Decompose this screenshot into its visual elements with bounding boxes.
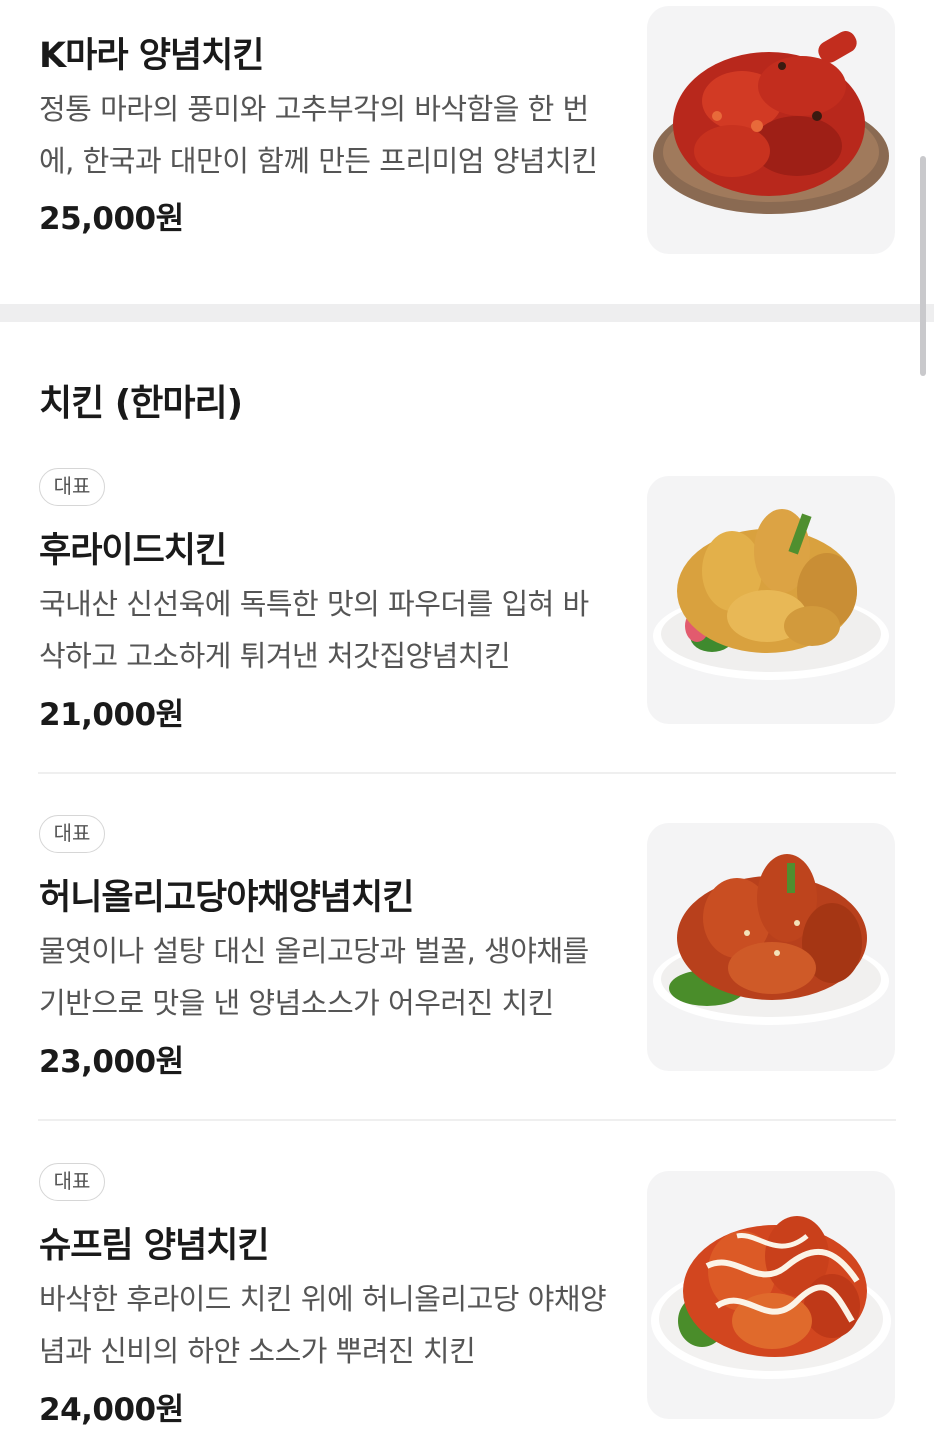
signature-badge: 대표 <box>39 468 105 506</box>
menu-item-price: 24,000원 <box>39 1392 184 1428</box>
menu-item-price: 23,000원 <box>39 1044 184 1080</box>
menu-item-fried-chicken[interactable]: 대표 후라이드치킨 국내산 신선육에 독특한 맛의 파우더를 입혀 바삭하고 고… <box>0 460 934 770</box>
menu-item-supreme-chicken[interactable]: 대표 슈프림 양념치킨 바삭한 후라이드 치킨 위에 허니올리고당 야채양념과 … <box>0 1155 934 1445</box>
signature-badge: 대표 <box>39 1163 105 1201</box>
menu-item-name: 슈프림 양념치킨 <box>39 1226 270 1266</box>
menu-item-image <box>647 823 895 1071</box>
menu-item-price: 25,000원 <box>39 201 184 237</box>
signature-badge: 대표 <box>39 815 105 853</box>
menu-item-honey-oligo-chicken[interactable]: 대표 허니올리고당야채양념치킨 물엿이나 설탕 대신 올리고당과 벌꿀, 생야채… <box>0 807 934 1117</box>
menu-item-description: 정통 마라의 풍미와 고추부각의 바삭함을 한 번에, 한국과 대만이 함께 만… <box>39 92 598 178</box>
menu-item-price: 21,000원 <box>39 697 184 733</box>
menu-item-image <box>647 476 895 724</box>
menu-item-description: 국내산 신선육에 독특한 맛의 파우더를 입혀 바삭하고 고소하게 튀겨낸 처갓… <box>39 587 589 673</box>
item-divider <box>38 772 896 774</box>
menu-item-name: 허니올리고당야채양념치킨 <box>39 878 414 918</box>
menu-item-name: K마라 양념치킨 <box>39 36 265 76</box>
menu-item-name: 후라이드치킨 <box>39 531 227 571</box>
section-title: 치킨 (한마리) <box>39 383 243 424</box>
item-divider <box>38 1119 896 1121</box>
menu-item-description: 물엿이나 설탕 대신 올리고당과 벌꿀, 생야채를 기반으로 맛을 낸 양념소스… <box>39 934 589 1020</box>
menu-item-description: 바삭한 후라이드 치킨 위에 허니올리고당 야채양념과 신비의 하얀 소스가 뿌… <box>39 1282 607 1368</box>
scrollbar[interactable] <box>920 156 926 376</box>
menu-item-image <box>647 1171 895 1419</box>
section-separator <box>0 304 934 322</box>
menu-item-image <box>647 6 895 254</box>
menu-item-k-mala[interactable]: K마라 양념치킨 정통 마라의 풍미와 고추부각의 바삭함을 한 번에, 한국과… <box>0 0 934 300</box>
